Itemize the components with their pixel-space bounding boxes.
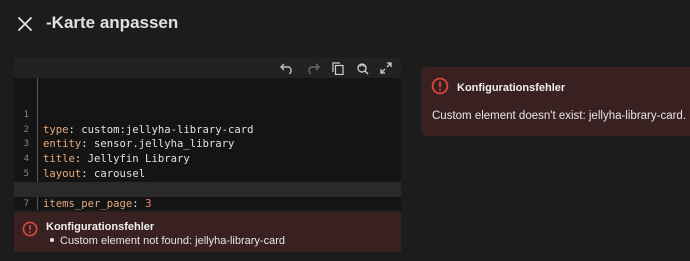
copy-button[interactable]: [329, 59, 347, 77]
search-replace-icon: [356, 62, 368, 74]
alert-circle-icon: [22, 221, 38, 237]
undo-button[interactable]: [278, 59, 296, 77]
code-line[interactable]: 3 title: Jellyfin Library: [14, 123, 401, 165]
yaml-number-value: 3: [138, 197, 152, 210]
error-detail: Custom element not found: jellyha-librar…: [50, 235, 285, 247]
dialog-header: -Karte anpassen: [0, 0, 690, 48]
preview-error-card: Konfigurationsfehler Custom element does…: [421, 67, 690, 136]
error-message: Custom element doesn't exist: jellyha-li…: [432, 110, 687, 122]
expand-button[interactable]: [377, 59, 395, 77]
undo-icon: [280, 63, 292, 74]
line-number: 7: [23, 198, 29, 209]
close-button[interactable]: [13, 12, 37, 36]
code-line-active[interactable]: 7 max_pages: 5: [14, 181, 401, 224]
code-line[interactable]: 2 entity: sensor.jellyha_library: [14, 108, 401, 151]
code-line[interactable]: 4 layout: carousel: [14, 137, 401, 180]
error-title: Konfigurationsfehler: [46, 221, 155, 233]
dialog-title: -Karte anpassen: [46, 13, 179, 32]
search-replace-button[interactable]: [353, 59, 371, 77]
error-title: Konfigurationsfehler: [457, 82, 566, 94]
yaml-editor[interactable]: 1 type: custom:jellyha-library-card 2 en…: [14, 58, 401, 224]
redo-button[interactable]: [304, 59, 322, 77]
redo-icon: [308, 63, 320, 74]
editor-error-alert: Konfigurationsfehler Custom element not …: [14, 212, 401, 252]
code-line[interactable]: 6 items_per_page: 3: [14, 167, 401, 210]
yaml-key: items_per_page: [43, 197, 133, 210]
alert-circle-icon: [431, 77, 449, 95]
code-line[interactable]: 1 type: custom:jellyha-library-card: [14, 93, 401, 136]
code-lines[interactable]: 1 type: custom:jellyha-library-card 2 en…: [14, 93, 401, 224]
copy-icon: [332, 61, 344, 75]
code-line[interactable]: 5 media_type: both: [14, 152, 401, 195]
editor-toolbar: [14, 58, 401, 78]
close-icon: [18, 17, 32, 31]
expand-icon: [380, 62, 392, 74]
